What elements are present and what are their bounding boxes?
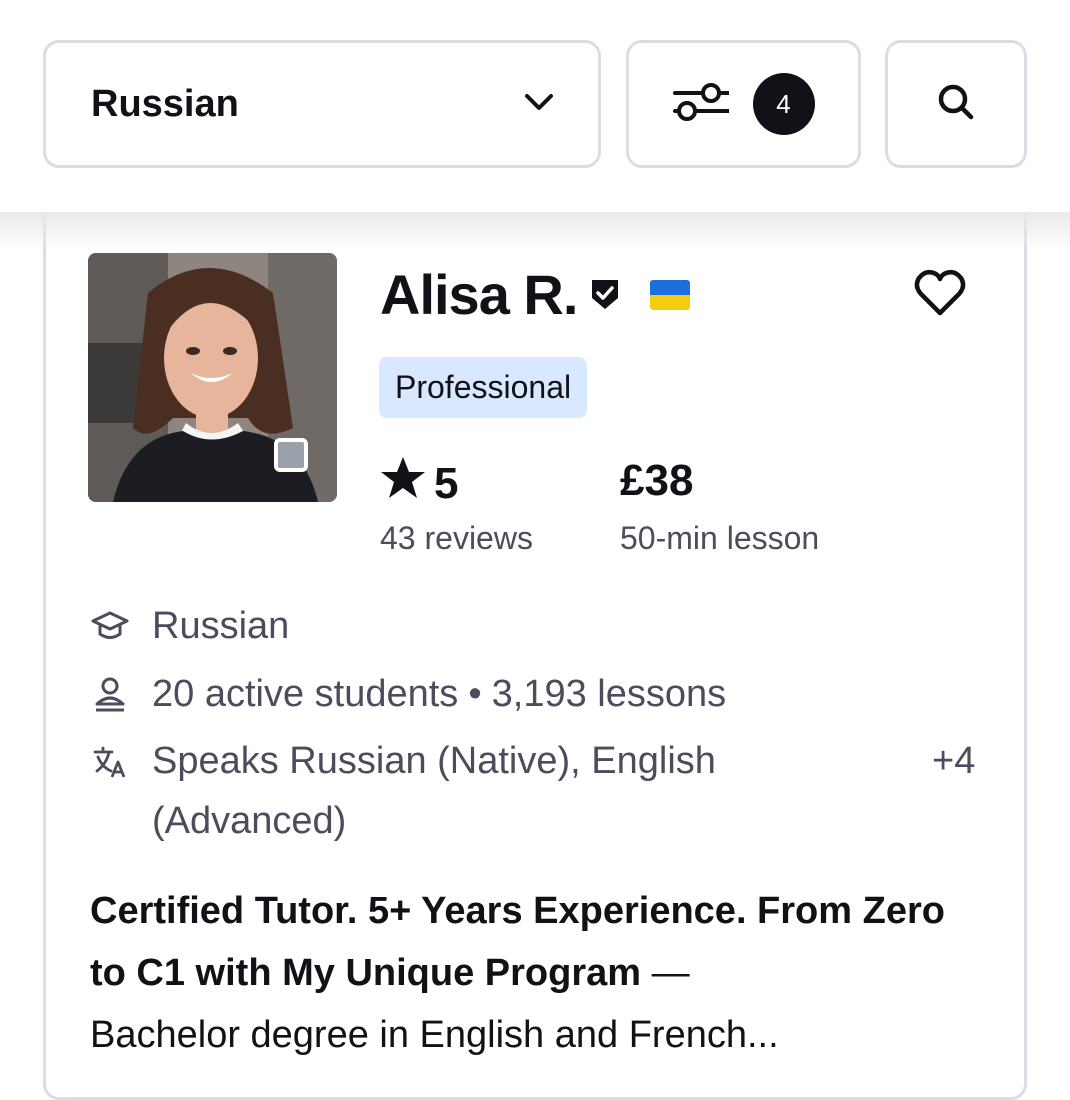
rating-value: 5 bbox=[434, 458, 459, 508]
search-icon bbox=[936, 82, 976, 127]
chevron-down-icon bbox=[524, 92, 554, 117]
subject-row: Russian bbox=[90, 605, 289, 648]
search-filters-bar: Russian 4 bbox=[0, 0, 1070, 212]
sliders-icon bbox=[672, 80, 731, 129]
header-shadow bbox=[0, 212, 1070, 252]
heart-icon[interactable] bbox=[913, 268, 967, 323]
professional-badge: Professional bbox=[379, 357, 588, 418]
lessons-count: 3,193 lessons bbox=[491, 673, 727, 715]
star-icon bbox=[380, 456, 426, 511]
headline-description: Bachelor degree in English and French... bbox=[90, 1014, 779, 1056]
headline-title: Certified Tutor. 5+ Years Experience. Fr… bbox=[90, 890, 945, 994]
languages-spoken-continued: (Advanced) bbox=[152, 800, 347, 842]
languages-row: Speaks Russian (Native), English bbox=[90, 740, 716, 783]
tutor-headline[interactable]: Certified Tutor. 5+ Years Experience. Fr… bbox=[90, 880, 970, 1066]
students-count: 20 active students bbox=[152, 673, 459, 715]
ukraine-flag-icon bbox=[650, 280, 690, 310]
language-select[interactable]: Russian bbox=[43, 40, 601, 168]
person-icon bbox=[90, 675, 130, 715]
translate-icon bbox=[90, 742, 130, 782]
language-select-value: Russian bbox=[91, 82, 239, 125]
headline-dash: — bbox=[641, 952, 690, 994]
rating: 5 bbox=[380, 456, 458, 511]
lesson-length: 50-min lesson bbox=[620, 520, 820, 556]
students-row: 20 active students • 3,193 lessons bbox=[90, 673, 726, 716]
more-languages-link[interactable]: +4 bbox=[932, 740, 975, 783]
search-button[interactable] bbox=[885, 40, 1027, 168]
languages-spoken: Speaks Russian (Native), English bbox=[152, 740, 716, 782]
filters-button[interactable]: 4 bbox=[626, 40, 861, 168]
tutor-name[interactable]: Alisa R. bbox=[380, 262, 578, 327]
reviews-count[interactable]: 43 reviews bbox=[380, 520, 533, 557]
verified-shield-icon bbox=[590, 277, 620, 316]
subject-label: Russian bbox=[152, 605, 290, 647]
active-filter-count: 4 bbox=[752, 73, 815, 135]
online-status-indicator bbox=[274, 438, 308, 472]
graduation-cap-icon bbox=[90, 607, 130, 647]
lesson-price: £38 bbox=[620, 456, 694, 505]
dot-separator: • bbox=[468, 673, 482, 715]
